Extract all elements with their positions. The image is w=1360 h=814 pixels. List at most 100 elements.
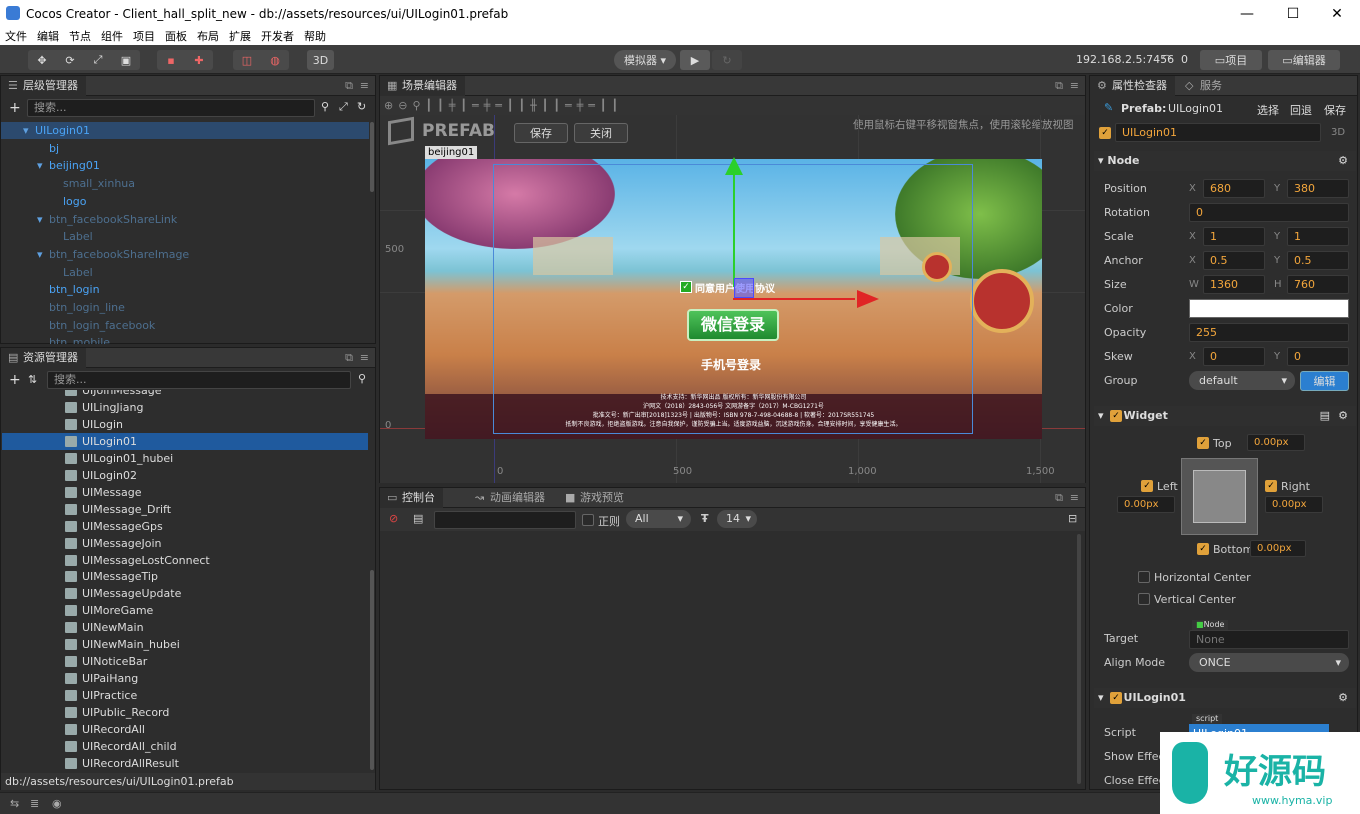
align-icons[interactable]: ┃┃╪┃═╪═┃┃╫┃┃═╪═┃┃	[426, 99, 624, 112]
prefab-revert-button[interactable]: 回退	[1290, 102, 1312, 118]
tab-assets[interactable]: ▤ 资源管理器	[1, 348, 86, 368]
node-section-header[interactable]: ▾ Node ⚙	[1094, 151, 1356, 171]
menu-edit[interactable]: 编辑	[32, 28, 64, 44]
hierarchy-node[interactable]: logo	[1, 193, 369, 210]
tab-scene[interactable]: ▦ 场景编辑器	[380, 76, 465, 96]
asset-list-item[interactable]: UIPublic_Record	[2, 704, 368, 721]
book-icon[interactable]: ▤	[1320, 406, 1330, 426]
eye-icon[interactable]: ◉	[52, 797, 62, 810]
asset-list-item[interactable]: UINewMain	[2, 619, 368, 636]
asset-list-item[interactable]: UIPaiHang	[2, 670, 368, 687]
search-icon[interactable]: ⚲	[358, 372, 366, 385]
asset-list-item[interactable]: UILogin02	[2, 467, 368, 484]
asset-list-item[interactable]: UIMessage_Drift	[2, 501, 368, 518]
prefab-close-button[interactable]: 关闭	[574, 123, 628, 143]
log-level-select[interactable]: All ▾	[626, 510, 691, 528]
menu-file[interactable]: 文件	[0, 28, 32, 44]
menu-developer[interactable]: 开发者	[256, 28, 299, 44]
zoom-in-icon[interactable]: ⊕	[384, 99, 398, 112]
tab-inspector[interactable]: ⚙ 属性检查器	[1090, 76, 1175, 96]
gizmo-center-handle[interactable]	[734, 278, 754, 298]
top-input[interactable]: 0.00px	[1247, 434, 1305, 451]
tab-services[interactable]: ◇ 服务	[1178, 76, 1230, 96]
minimize-button[interactable]: —	[1224, 0, 1270, 27]
zoom-fit-icon[interactable]: ⚲	[412, 99, 425, 112]
asset-list-item[interactable]: UIMessageJoin	[2, 535, 368, 552]
menu-layout[interactable]: 布局	[192, 28, 224, 44]
scale-y-input[interactable]: 1	[1287, 227, 1349, 246]
asset-list-item[interactable]: UIMessage	[2, 484, 368, 501]
asset-list-item[interactable]: UINewMain_hubei	[2, 636, 368, 653]
menu-component[interactable]: 组件	[96, 28, 128, 44]
zoom-out-icon[interactable]: ⊖	[398, 99, 412, 112]
rect-tool-icon[interactable]: ▣	[112, 54, 140, 67]
group-edit-button[interactable]: 编辑	[1300, 371, 1349, 391]
position-x-input[interactable]: 680	[1203, 179, 1265, 198]
right-checkbox[interactable]: ✓	[1265, 480, 1277, 492]
expand-arrow-icon[interactable]: ▾	[37, 211, 43, 228]
gear-icon[interactable]: ⚙	[1338, 688, 1348, 708]
y-gizmo-handle[interactable]	[733, 173, 735, 287]
database-icon[interactable]: ≣	[30, 797, 39, 810]
regex-checkbox[interactable]	[582, 514, 594, 526]
hierarchy-search-input[interactable]: 搜索...	[27, 99, 315, 117]
asset-list-item[interactable]: UIMessageUpdate	[2, 585, 368, 602]
asset-list-item[interactable]: UIMessageTip	[2, 568, 368, 585]
asset-list-item[interactable]: UIMoreGame	[2, 602, 368, 619]
widget-enabled-checkbox[interactable]: ✓	[1110, 410, 1122, 422]
prefab-select-button[interactable]: 选择	[1257, 102, 1279, 118]
skew-x-input[interactable]: 0	[1203, 347, 1265, 366]
scale-tool-icon[interactable]: ⤢	[84, 53, 112, 67]
menu-extension[interactable]: 扩展	[224, 28, 256, 44]
align-mode-select[interactable]: ONCE ▾	[1189, 653, 1349, 672]
bottom-input[interactable]: 0.00px	[1250, 540, 1306, 557]
scale-x-input[interactable]: 1	[1203, 227, 1265, 246]
opacity-input[interactable]: 255	[1189, 323, 1349, 342]
top-checkbox[interactable]: ✓	[1197, 437, 1209, 449]
asset-list-item[interactable]: UILogin01	[2, 432, 368, 450]
font-size-select[interactable]: 14 ▾	[717, 510, 757, 528]
open-log-icon[interactable]: ▤	[413, 512, 423, 525]
simulator-select[interactable]: 模拟器 ▾	[614, 50, 676, 70]
console-scrollbar[interactable]	[1077, 534, 1081, 784]
hierarchy-node[interactable]: Label	[1, 228, 369, 245]
collapse-icon[interactable]: ⊟	[1068, 512, 1077, 525]
scene-viewport[interactable]: PREFAB 保存 关闭 使用鼠标右键平移视窗焦点，使用滚轮缩放视图 500 0…	[380, 115, 1085, 483]
hierarchy-node[interactable]: ▾ beijing01	[1, 157, 369, 174]
asset-list-item[interactable]: UIMessageGps	[2, 518, 368, 535]
size-w-input[interactable]: 1360	[1203, 275, 1265, 294]
expand-icon[interactable]: ⤢	[339, 100, 348, 114]
expand-arrow-icon[interactable]: ▾	[37, 246, 43, 263]
play-icon[interactable]: ▶	[680, 50, 710, 70]
bottom-checkbox[interactable]: ✓	[1197, 543, 1209, 555]
hierarchy-node[interactable]: btn_login_facebook	[1, 317, 369, 334]
refresh-icon[interactable]: ↻	[712, 50, 742, 70]
open-project-button[interactable]: ▭ 项目	[1200, 50, 1262, 70]
target-input[interactable]: None	[1189, 630, 1349, 649]
position-y-input[interactable]: 380	[1287, 179, 1349, 198]
hierarchy-node[interactable]: btn_login	[1, 281, 369, 298]
tab-game-preview[interactable]: ■ 游戏预览	[558, 488, 632, 508]
hierarchy-node[interactable]: ▾ btn_facebookShareLink	[1, 211, 369, 228]
asset-list-item[interactable]: UIRecordAll_child	[2, 738, 368, 755]
hierarchy-node[interactable]: bj	[1, 140, 369, 157]
refresh-icon[interactable]: ↻	[357, 100, 366, 113]
snap-icon[interactable]: ◫	[233, 54, 261, 67]
panel-menu-icon[interactable]: ≡	[360, 351, 369, 364]
hierarchy-node[interactable]: ▾ btn_facebookShareImage	[1, 246, 369, 263]
console-filter-input[interactable]	[434, 511, 576, 529]
left-checkbox[interactable]: ✓	[1141, 480, 1153, 492]
hierarchy-node[interactable]: btn_login_line	[1, 299, 369, 316]
assets-search-input[interactable]: 搜索...	[47, 371, 351, 389]
horizontal-center-checkbox[interactable]	[1138, 571, 1150, 583]
grid-icon[interactable]: ◍	[261, 54, 289, 67]
open-editor-button[interactable]: ▭ 编辑器	[1268, 50, 1340, 70]
hierarchy-node[interactable]: ▾ UILogin01	[1, 122, 369, 139]
popout-icon[interactable]: ⧉	[345, 351, 353, 365]
popout-icon[interactable]: ⧉	[1055, 491, 1063, 505]
y-gizmo-arrow[interactable]	[725, 157, 743, 175]
panel-menu-icon[interactable]: ≡	[1070, 491, 1079, 504]
sort-icon[interactable]: ⇅	[28, 373, 37, 386]
anchor-x-input[interactable]: 0.5	[1203, 251, 1265, 270]
asset-list-item[interactable]: UIRecordAll	[2, 721, 368, 738]
